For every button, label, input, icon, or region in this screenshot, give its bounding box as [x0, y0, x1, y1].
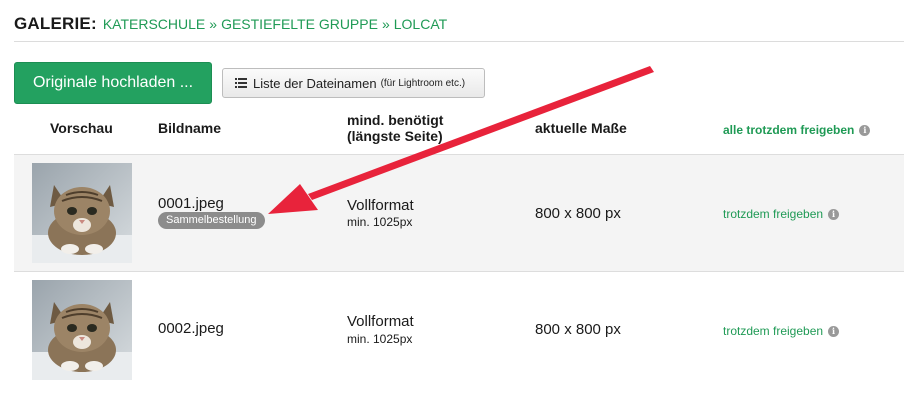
- upload-originals-button[interactable]: Originale hochladen ...: [14, 62, 212, 104]
- release-anyway-label: trotzdem freigeben: [723, 324, 824, 338]
- column-header-name: Bildname: [158, 120, 222, 136]
- filename-list-label: Liste der Dateinamen: [253, 75, 377, 91]
- release-anyway-link[interactable]: trotzdem freigeben i: [723, 324, 840, 338]
- current-dimensions: 800 x 800 px: [535, 205, 621, 222]
- info-icon[interactable]: i: [828, 325, 840, 337]
- kitten-thumbnail[interactable]: [32, 163, 132, 263]
- list-icon: [235, 78, 247, 88]
- breadcrumb-item-katerschule[interactable]: KATERSCHULE: [103, 16, 205, 32]
- format-label: Vollformat: [347, 197, 414, 214]
- breadcrumb-item-gestiefelte-gruppe[interactable]: GESTIEFELTE GRUPPE: [221, 16, 378, 32]
- format-label: Vollformat: [347, 313, 414, 330]
- breadcrumb-separator: »: [209, 16, 218, 32]
- column-header-min-required: mind. benötigt (längste Seite): [347, 112, 443, 144]
- table-row: 0001.jpeg Sammelbestellung Vollformat mi…: [14, 154, 904, 271]
- min-size-label: min. 1025px: [347, 332, 413, 346]
- release-anyway-label: trotzdem freigeben: [723, 207, 824, 221]
- filename-list-button[interactable]: Liste der Dateinamen (für Lightroom etc.…: [222, 68, 485, 98]
- release-anyway-link[interactable]: trotzdem freigeben i: [723, 207, 840, 221]
- breadcrumb-item-lolcat[interactable]: LOLCAT: [394, 16, 447, 32]
- breadcrumb: KATERSCHULE» GESTIEFELTE GRUPPE» LOLCAT: [103, 16, 447, 32]
- info-icon[interactable]: i: [859, 124, 871, 136]
- kitten-thumbnail[interactable]: [32, 280, 132, 380]
- info-icon[interactable]: i: [828, 208, 840, 220]
- file-name: 0002.jpeg: [158, 320, 224, 337]
- current-dimensions: 800 x 800 px: [535, 321, 621, 338]
- min-size-label: min. 1025px: [347, 215, 413, 229]
- column-header-preview: Vorschau: [50, 120, 113, 136]
- bulk-order-badge: Sammelbestellung: [158, 212, 265, 229]
- release-all-label: alle trotzdem freigeben: [723, 123, 855, 137]
- gallery-label: GALERIE:: [14, 14, 97, 33]
- breadcrumb-separator: »: [381, 16, 390, 32]
- column-header-min-required-line2: (längste Seite): [347, 128, 443, 144]
- gallery-header: GALERIE: KATERSCHULE» GESTIEFELTE GRUPPE»…: [14, 14, 904, 42]
- column-header-current-dimensions: aktuelle Maße: [535, 120, 627, 136]
- filename-list-hint: (für Lightroom etc.): [380, 77, 466, 89]
- table-row: 0002.jpeg Vollformat min. 1025px 800 x 8…: [14, 271, 904, 388]
- release-all-link[interactable]: alle trotzdem freigeben i: [723, 122, 871, 138]
- column-header-min-required-line1: mind. benötigt: [347, 112, 444, 128]
- file-name: 0001.jpeg: [158, 195, 224, 212]
